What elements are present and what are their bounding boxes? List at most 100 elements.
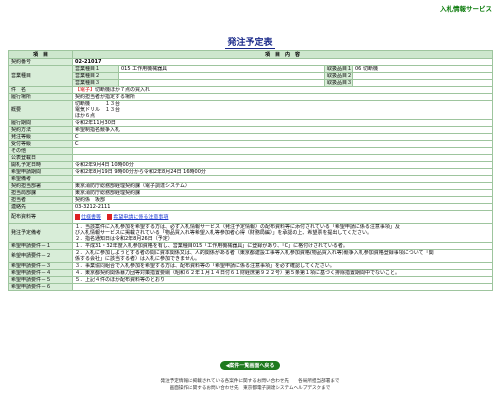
sub-label: 取扱品目１ xyxy=(324,65,353,73)
row-value: 令和2年11月30日 xyxy=(71,119,494,127)
row-label: 希望申請要件－５ xyxy=(8,276,73,284)
row-value: 03-3212-2111 xyxy=(71,203,494,211)
table-row: 契約番号 02-21017 xyxy=(8,58,494,66)
table-row: 概要 切断機 １３台 電気ドリル １３台 ほか６点 xyxy=(8,100,494,120)
row-value: ３．事業協同組合で入札参加を希望する方は、配布資料等の「希望申請に係る注意事項」… xyxy=(71,262,494,270)
row-label: 希望申請要件－４ xyxy=(8,269,73,277)
row-value: 契約係 坂部 xyxy=(71,196,494,204)
row-value: 切断機 １３台 電気ドリル １３台 ほか６点 xyxy=(71,100,494,120)
table-row: 発注等級 C xyxy=(8,133,494,141)
table-row: 受付等級 C xyxy=(8,140,494,148)
row-label: 概要 xyxy=(8,100,73,120)
table-row: 担当局部課 東京消防庁総務部経理契約課 xyxy=(8,189,494,197)
table-row: 契約方法 希望制指名競争入札 xyxy=(8,126,494,134)
row-value: 令和2年9月4日 10時00分 xyxy=(71,161,494,169)
table-row: 契約担当部署 東京消防庁総務部経理契約課（電子調達システム） xyxy=(8,182,494,190)
table-row: 希望申請要件－６ xyxy=(8,283,494,291)
top-bar: 入札情報サービス xyxy=(0,0,500,14)
table-row: 希望申請要件－４ ４．東京都契約関係暴力団等対策措置要綱（昭和６２年１月１４日付… xyxy=(8,269,494,277)
row-label: 連絡先 xyxy=(8,203,73,211)
table-row: 希望申請要件－１ １．平成31・32年度入札参加資格を有し、営業種目015「工作… xyxy=(8,242,494,250)
row-value: 東京消防庁総務部経理契約課 xyxy=(71,189,494,197)
table-row: 担当者 契約係 坂部 xyxy=(8,196,494,204)
row-label: 希望備考 xyxy=(8,175,73,183)
subject-text: 切断機ほか７点の買入れ xyxy=(95,87,151,93)
row-label: 希望申請要件－１ xyxy=(8,242,73,250)
row-label: 契約番号 xyxy=(8,58,73,66)
sub-label: 営業種目３ xyxy=(72,79,119,87)
row-label: 発注等級 xyxy=(8,133,73,141)
sub-value: 015 工作用機械器具 xyxy=(118,65,325,73)
row-label: 公表登載日 xyxy=(8,154,73,162)
row-label: 件 名 xyxy=(8,86,73,94)
spec-doc-link[interactable]: 仕様書等 xyxy=(81,214,101,220)
table-row: 発注予定備考 １．当該案件に入札参加を希望する方は、必ず入札情報サービス（発注予… xyxy=(8,223,494,243)
electronic-tag: 【電子】 xyxy=(75,87,96,93)
footer: 発注予定情報に掲載されている各案件に関するお問い合わせ先 各局所担当部署まで 画… xyxy=(0,378,500,392)
table-row: 希望申請要件－５ ５．上記４件のほか配布資料等のとおり xyxy=(8,276,494,284)
row-label: 希望申請要件－２ xyxy=(8,249,73,263)
row-value: 令和2年8月19日 9時00分から令和2年8月24日 16時00分 xyxy=(71,168,494,176)
table-row: 営業種目３ 取扱品目３ xyxy=(9,79,494,87)
row-value: ４．東京都契約関係暴力団等対策措置要綱（昭和６２年１月１４日付６１財経庶第９２２… xyxy=(71,269,494,277)
header-item: 項 目 xyxy=(8,50,73,59)
row-label: 担当者 xyxy=(8,196,73,204)
table-header-row: 項 目 項 目 内 容 xyxy=(8,50,494,59)
row-label: 開札予定日時 xyxy=(8,161,73,169)
row-label: 希望申請要件－３ xyxy=(8,262,73,270)
sub-label: 営業種目１ xyxy=(72,65,119,73)
footer-line: 画面操作に関するお問い合わせ先 東京都電子調達システムヘルプデスクまで xyxy=(169,386,331,391)
table-row: 希望申請要件－３ ３．事業協同組合で入札参加を希望する方は、配布資料等の「希望申… xyxy=(8,262,494,270)
order-details-table: 項 目 項 目 内 容 契約番号 02-21017 営業種目 営業種目１ 015… xyxy=(8,50,494,291)
back-to-list-button[interactable]: ◀案件一覧画面へ戻る xyxy=(219,361,281,370)
row-value: １．平成31・32年度入札参加資格を有し、営業種目015「工作用機械器具」に登録… xyxy=(71,242,494,250)
header-content: 項 目 内 容 xyxy=(71,50,494,59)
sub-label: 取扱品目３ xyxy=(324,79,353,87)
row-label: 契約担当部署 xyxy=(8,182,73,190)
sub-value xyxy=(118,79,325,87)
summary-line: ほか６点 xyxy=(75,113,96,119)
row-label: 契約方法 xyxy=(8,126,73,134)
button-area: ◀案件一覧画面へ戻る xyxy=(0,352,500,371)
table-row: 希望備考 xyxy=(8,175,494,183)
sub-value xyxy=(351,79,494,87)
table-row: 履行場所 契約担当者が指定する場所 xyxy=(8,93,494,101)
sub-label: 取扱品目２ xyxy=(324,72,353,80)
sub-value xyxy=(351,72,494,80)
table-row: 履行期間 令和2年11月30日 xyxy=(8,119,494,127)
table-row: 公表登載日 xyxy=(8,154,494,162)
row-value: 02-21017 xyxy=(71,58,494,66)
row-value: C xyxy=(71,140,494,148)
table-row: その他 xyxy=(8,147,494,155)
row-value: 契約担当者が指定する場所 xyxy=(71,93,494,101)
service-name: 入札情報サービス xyxy=(440,5,492,13)
notes-doc-link[interactable]: 希望申請に係る注意事項 xyxy=(113,214,168,220)
row-label: 担当局部課 xyxy=(8,189,73,197)
row-label: 受付等級 xyxy=(8,140,73,148)
row-value: 仕様書等 希望申請に係る注意事項 xyxy=(71,210,494,224)
condition-line: 係する会社」に該当する者）は入札に参加できません。 xyxy=(75,256,200,262)
table-row: 希望申請要件－２ ２．入札に参加しようとする者の間に資本関係又は、人的関係がある… xyxy=(8,249,494,263)
row-value: 東京消防庁総務部経理契約課（電子調達システム） xyxy=(71,182,494,190)
note-line: ２．指名通知日は令和2年8月26日（予定） xyxy=(75,236,173,242)
row-value: １．当該案件に入札参加を希望する方は、必ず入札情報サービス（発注予定情報）の配布… xyxy=(71,223,494,243)
table-row: 希望申請期間 令和2年8月19日 9時00分から令和2年8月24日 16時00分 xyxy=(8,168,494,176)
sub-value: 06 切断機 xyxy=(351,65,494,73)
row-label: 履行場所 xyxy=(8,93,73,101)
row-label: 希望申請要件－６ xyxy=(8,283,73,291)
title-area: 発注予定表 xyxy=(0,30,500,49)
row-label: 配布資料等 xyxy=(8,210,73,224)
row-value xyxy=(71,283,494,291)
row-label: その他 xyxy=(8,147,73,155)
footer-line: 発注予定情報に掲載されている各案件に関するお問い合わせ先 各局所担当部署まで xyxy=(160,379,340,384)
row-value: ５．上記４件のほか配布資料等のとおり xyxy=(71,276,494,284)
row-value: ２．入札に参加しようとする者の間に資本関係又は、人的関係がある者（東京都建設工事… xyxy=(71,249,494,263)
row-label: 発注予定備考 xyxy=(8,223,73,243)
table-row: 配布資料等 仕様書等 希望申請に係る注意事項 xyxy=(8,210,494,224)
row-label: 営業種目 xyxy=(8,65,73,87)
row-value xyxy=(71,175,494,183)
row-label: 希望申請期間 xyxy=(8,168,73,176)
row-value xyxy=(71,147,494,155)
pdf-icon xyxy=(107,213,113,220)
page-title: 発注予定表 xyxy=(225,35,275,49)
